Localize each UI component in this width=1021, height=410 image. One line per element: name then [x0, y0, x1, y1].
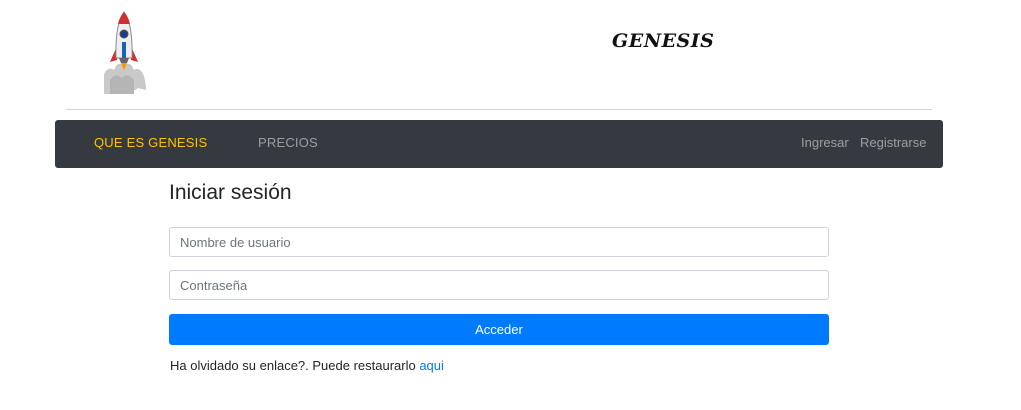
- username-input[interactable]: [169, 227, 829, 257]
- login-title: Iniciar sesión: [169, 181, 292, 204]
- restore-link[interactable]: aqui: [419, 358, 444, 373]
- rocket-icon: [100, 10, 148, 96]
- nav-item-que-es-genesis[interactable]: QUE ES GENESIS: [94, 135, 207, 151]
- navbar: QUE ES GENESIS PRECIOS Ingresar Registra…: [55, 120, 943, 168]
- forgot-password-text: Ha olvidado su enlace?. Puede restaurarl…: [170, 358, 444, 373]
- password-input[interactable]: [169, 270, 829, 300]
- nav-item-registrarse[interactable]: Registrarse: [860, 135, 926, 151]
- nav-item-precios[interactable]: PRECIOS: [258, 135, 318, 151]
- brand-title: GENESIS: [612, 30, 715, 52]
- forgot-password-label: Ha olvidado su enlace?. Puede restaurarl…: [170, 358, 420, 373]
- header-divider: [66, 109, 932, 110]
- nav-item-ingresar[interactable]: Ingresar: [801, 135, 849, 151]
- login-submit-button[interactable]: Acceder: [169, 314, 829, 345]
- page: GENESIS QUE ES GENESIS PRECIOS Ingresar …: [0, 0, 1021, 410]
